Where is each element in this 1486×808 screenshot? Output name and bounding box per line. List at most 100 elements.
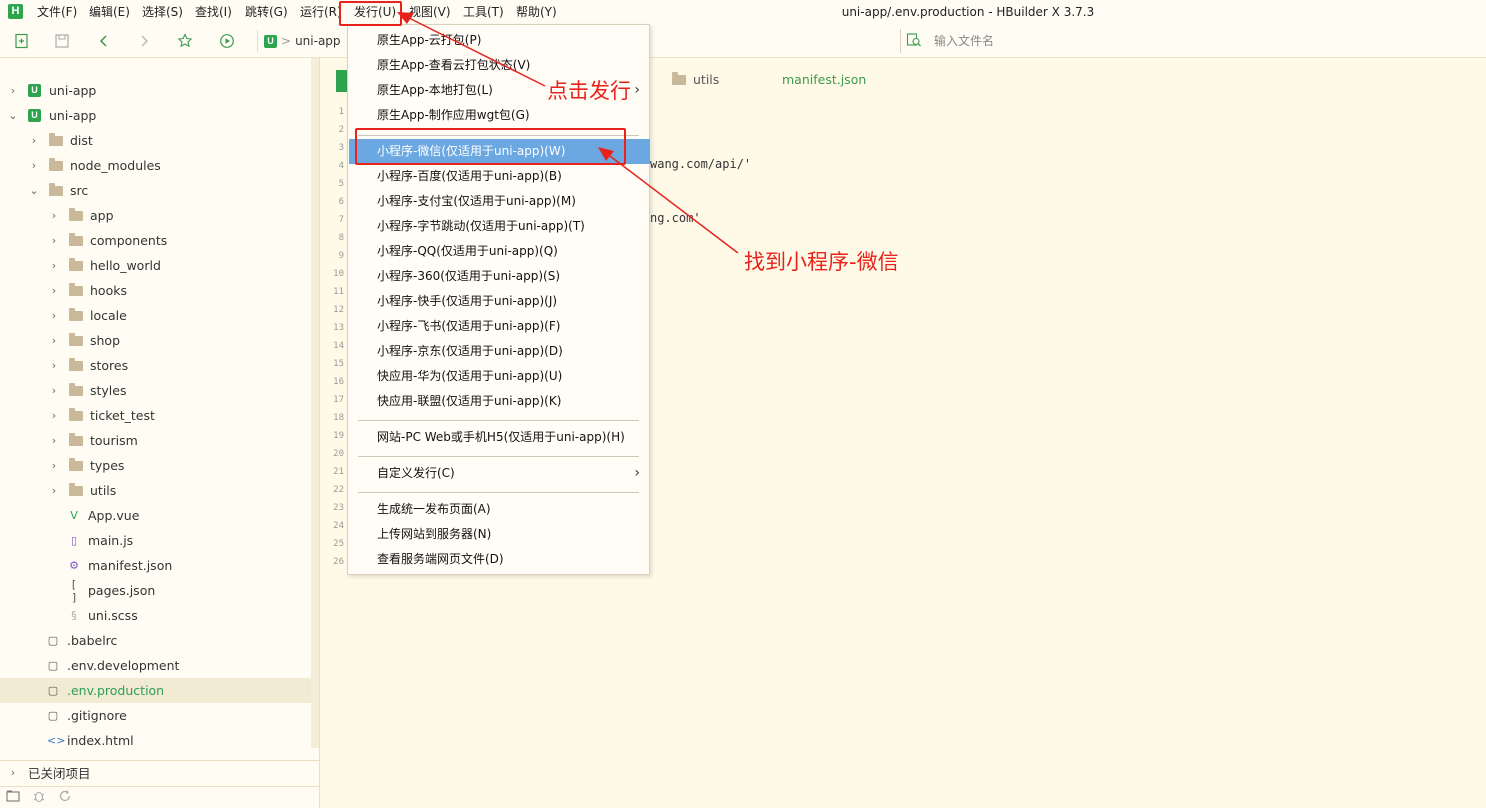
menu-file[interactable]: 文件(F) (35, 0, 79, 24)
tab-utils[interactable]: utils (672, 71, 719, 87)
tree-folder-hooks[interactable]: › hooks (0, 278, 311, 303)
tree-folder-utils[interactable]: › utils (0, 478, 311, 503)
tree-folder-components[interactable]: › components (0, 228, 311, 253)
annotation-box-publish-menu (339, 1, 402, 26)
menu-item-label: 原生App-云打包(P) (377, 33, 482, 47)
window-title: uni-app/.env.production - HBuilder X 3.7… (841, 5, 1095, 19)
line-number: 4 (338, 161, 344, 171)
breadcrumb-project-name[interactable]: uni-app (295, 34, 340, 48)
tree-file-env-development[interactable]: ▢ .env.development (0, 653, 311, 678)
chevron-down-icon[interactable]: ⌄ (8, 109, 18, 122)
menu-item-web-h5[interactable]: 网站-PC Web或手机H5(仅适用于uni-app)(H) (349, 425, 650, 450)
menu-item-mp-toutiao[interactable]: 小程序-字节跳动(仅适用于uni-app)(T) (349, 214, 650, 239)
forward-icon[interactable] (135, 32, 153, 50)
menu-item-mp-alipay[interactable]: 小程序-支付宝(仅适用于uni-app)(M) (349, 189, 650, 214)
save-icon[interactable] (53, 32, 71, 50)
menu-item-generate-release-page[interactable]: 生成统一发布页面(A) (349, 497, 650, 522)
menu-item-custom-publish[interactable]: 自定义发行(C) › (349, 461, 650, 486)
chevron-right-icon[interactable]: › (49, 309, 59, 322)
hbuilder-logo-icon: H (8, 4, 23, 19)
tree-file-gitignore[interactable]: ▢ .gitignore (0, 703, 311, 728)
star-icon[interactable] (176, 32, 194, 50)
menu-item-quickapp-union[interactable]: 快应用-联盟(仅适用于uni-app)(K) (349, 389, 650, 414)
tree-folder-tourism[interactable]: › tourism (0, 428, 311, 453)
run-icon[interactable] (218, 32, 236, 50)
tree-file-index-html[interactable]: <> index.html (0, 728, 311, 753)
menu-item-mp-360[interactable]: 小程序-360(仅适用于uni-app)(S) (349, 264, 650, 289)
tree-folder-types[interactable]: › types (0, 453, 311, 478)
tree-folder-stores[interactable]: › stores (0, 353, 311, 378)
folder-icon (69, 357, 83, 371)
tree-folder-ticket-test[interactable]: › ticket_test (0, 403, 311, 428)
tree-folder-app[interactable]: › app (0, 203, 311, 228)
chevron-right-icon[interactable]: › (49, 409, 59, 422)
tree-folder-shop[interactable]: › shop (0, 328, 311, 353)
tree-file-env-production[interactable]: ▢ .env.production (0, 678, 311, 703)
tree-folder-node-modules[interactable]: › node_modules (0, 153, 311, 178)
tree-file-uni-scss[interactable]: § uni.scss (0, 603, 311, 628)
chevron-right-icon[interactable]: › (49, 259, 59, 272)
chevron-right-icon[interactable]: › (8, 84, 18, 97)
chevron-right-icon[interactable]: › (49, 434, 59, 447)
file-search-box[interactable] (900, 29, 1486, 53)
chevron-right-icon[interactable]: › (29, 159, 39, 172)
menu-item-mp-jd[interactable]: 小程序-京东(仅适用于uni-app)(D) (349, 339, 650, 364)
chevron-right-icon[interactable]: › (49, 284, 59, 297)
menu-view[interactable]: 视图(V) (407, 0, 453, 24)
menu-tools[interactable]: 工具(T) (461, 0, 506, 24)
folder-icon (69, 407, 83, 421)
tree-item-label: tourism (90, 433, 138, 448)
back-icon[interactable] (95, 32, 113, 50)
chevron-right-icon[interactable]: › (29, 134, 39, 147)
chevron-right-icon[interactable]: › (49, 334, 59, 347)
chevron-right-icon[interactable]: › (8, 766, 18, 779)
menu-run[interactable]: 运行(R) (298, 0, 344, 24)
chevron-right-icon[interactable]: › (49, 384, 59, 397)
closed-projects-section[interactable]: › 已关闭项目 (0, 760, 320, 784)
debug-icon[interactable] (32, 789, 46, 806)
chevron-right-icon[interactable]: › (49, 209, 59, 222)
tree-file-babelrc[interactable]: ▢ .babelrc (0, 628, 311, 653)
tree-folder-src[interactable]: ⌄ src (0, 178, 311, 203)
tree-file-main-js[interactable]: ▯ main.js (0, 528, 311, 553)
menu-select[interactable]: 选择(S) (140, 0, 185, 24)
menu-item-quickapp-huawei[interactable]: 快应用-华为(仅适用于uni-app)(U) (349, 364, 650, 389)
menu-item-upload-site[interactable]: 上传网站到服务器(N) (349, 522, 650, 547)
new-file-icon[interactable] (13, 32, 31, 50)
menu-item-view-server-files[interactable]: 查看服务端网页文件(D) (349, 547, 650, 572)
menu-edit[interactable]: 编辑(E) (87, 0, 132, 24)
tree-item-label: dist (70, 133, 93, 148)
file-search-input[interactable] (934, 34, 1234, 48)
menu-item-label: 网站-PC Web或手机H5(仅适用于uni-app)(H) (377, 430, 625, 444)
chevron-down-icon[interactable]: ⌄ (29, 184, 39, 197)
tree-file-manifest-json[interactable]: ⚙ manifest.json (0, 553, 311, 578)
tree-folder-hello-world[interactable]: › hello_world (0, 253, 311, 278)
chevron-right-icon[interactable]: › (49, 484, 59, 497)
tree-folder-styles[interactable]: › styles (0, 378, 311, 403)
text-file-icon: ▢ (47, 684, 59, 697)
tab-manifest-json[interactable]: manifest.json (782, 72, 866, 87)
menu-find[interactable]: 查找(I) (193, 0, 234, 24)
chevron-right-icon[interactable]: › (49, 359, 59, 372)
tree-file-pages-json[interactable]: [ ] pages.json (0, 578, 311, 604)
sidebar-scrollbar[interactable] (311, 58, 319, 748)
chevron-right-icon[interactable]: › (49, 459, 59, 472)
tree-folder-dist[interactable]: › dist (0, 128, 311, 153)
chevron-right-icon[interactable]: › (49, 234, 59, 247)
tree-folder-locale[interactable]: › locale (0, 303, 311, 328)
project-manager-icon[interactable] (6, 789, 20, 806)
menu-help[interactable]: 帮助(Y) (514, 0, 559, 24)
menu-item-app-wgt[interactable]: 原生App-制作应用wgt包(G) (349, 103, 650, 128)
tree-project-uniapp-expanded[interactable]: ⌄ U uni-app (0, 103, 311, 128)
refresh-icon[interactable] (58, 789, 72, 806)
project-breadcrumb[interactable]: U > uni-app (257, 30, 352, 52)
menu-item-mp-qq[interactable]: 小程序-QQ(仅适用于uni-app)(Q) (349, 239, 650, 264)
menu-item-mp-baidu[interactable]: 小程序-百度(仅适用于uni-app)(B) (349, 164, 650, 189)
tree-project-uniapp-collapsed[interactable]: › U uni-app (0, 78, 311, 103)
menu-item-mp-kuaishou[interactable]: 小程序-快手(仅适用于uni-app)(J) (349, 289, 650, 314)
code-line-6-text: ng.com' (650, 211, 701, 225)
tree-file-app-vue[interactable]: V App.vue (0, 503, 311, 528)
menu-item-mp-lark[interactable]: 小程序-飞书(仅适用于uni-app)(F) (349, 314, 650, 339)
menu-goto[interactable]: 跳转(G) (243, 0, 290, 24)
menu-item-app-cloud-pack[interactable]: 原生App-云打包(P) (349, 28, 650, 53)
